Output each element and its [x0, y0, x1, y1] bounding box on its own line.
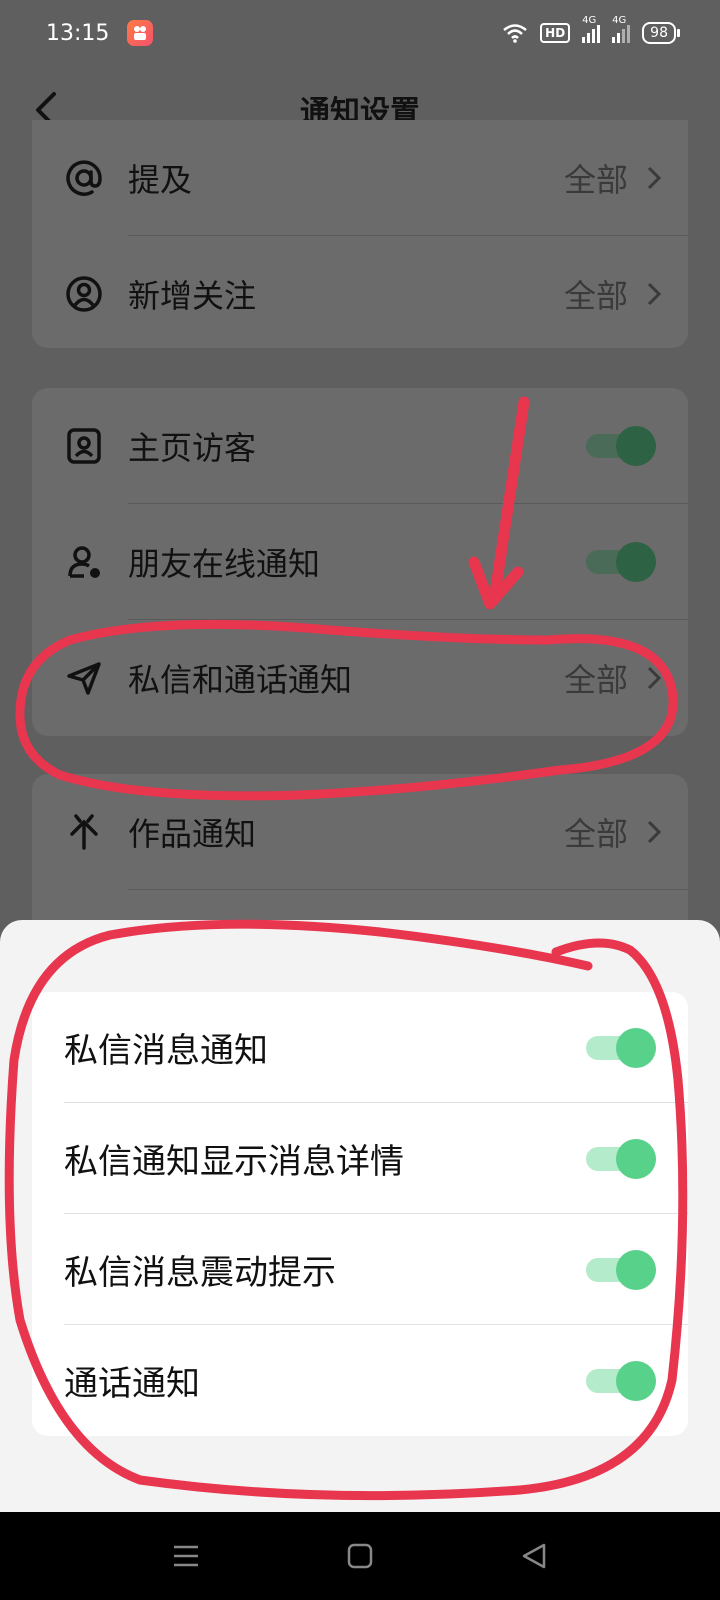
- settings-row-works[interactable]: 作品通知 全部: [32, 774, 688, 890]
- row-label: 私信和通话通知: [128, 661, 353, 699]
- wifi-icon: [503, 24, 527, 43]
- row-label: 通话通知: [64, 1364, 200, 1404]
- home-icon[interactable]: [344, 1540, 376, 1572]
- row-label: 私信消息震动提示: [64, 1253, 336, 1293]
- dm-show-details-toggle[interactable]: [586, 1138, 656, 1179]
- row-value: 全部: [563, 815, 628, 853]
- at-icon: [64, 158, 104, 198]
- dm-vibrate-toggle[interactable]: [586, 1249, 656, 1290]
- battery-indicator: 98: [642, 22, 680, 44]
- friend-online-icon: [64, 542, 104, 582]
- status-time: 13:15: [46, 20, 110, 46]
- sheet-row-dm-show-details: 私信通知显示消息详情: [32, 1103, 688, 1214]
- row-value: 全部: [563, 661, 628, 699]
- status-right: HD 4G 4G 98: [502, 15, 680, 44]
- row-label: 作品通知: [128, 815, 257, 853]
- row-value: 全部: [563, 161, 628, 199]
- dm-settings-card: 私信消息通知 私信通知显示消息详情 私信消息震动提示 通话通知: [32, 992, 688, 1436]
- profile-card-icon: [64, 426, 104, 466]
- back-triangle-icon[interactable]: [518, 1540, 550, 1572]
- row-label: 私信消息通知: [64, 1031, 268, 1071]
- sheet-row-dm-notify: 私信消息通知: [32, 992, 688, 1103]
- network-type-1: 4G: [582, 15, 597, 26]
- chevron-right-icon: [647, 282, 662, 306]
- sheet-row-dm-vibrate: 私信消息震动提示: [32, 1214, 688, 1325]
- user-circle-icon: [64, 274, 104, 314]
- settings-row-mentions[interactable]: 提及 全部: [32, 120, 688, 236]
- status-left: 13:15: [46, 20, 154, 46]
- row-value: 全部: [563, 277, 628, 315]
- send-icon: [64, 658, 104, 698]
- row-label: 提及: [128, 161, 193, 199]
- signal-icon-2: 4G: [612, 15, 631, 43]
- app-notification-icon: [127, 20, 154, 46]
- call-notify-toggle[interactable]: [586, 1360, 656, 1401]
- profile-visitors-toggle[interactable]: [586, 426, 656, 466]
- settings-row-friend-online: 朋友在线通知: [32, 504, 688, 620]
- dm-notify-toggle[interactable]: [586, 1027, 656, 1068]
- system-nav-bar: [0, 1512, 720, 1600]
- bottom-sheet: 私信消息通知 私信通知显示消息详情 私信消息震动提示 通话通知: [0, 920, 720, 1512]
- chevron-right-icon: [647, 666, 662, 690]
- settings-row-dm-call-notify[interactable]: 私信和通话通知 全部: [32, 620, 688, 736]
- menu-icon[interactable]: [170, 1540, 202, 1572]
- status-bar: 13:15 HD 4G 4G 98: [0, 0, 720, 66]
- works-icon: [64, 812, 104, 852]
- sheet-row-call-notify: 通话通知: [32, 1325, 688, 1436]
- row-label: 私信通知显示消息详情: [64, 1142, 404, 1182]
- settings-row-profile-visitors: 主页访客: [32, 388, 688, 504]
- row-label: 新增关注: [128, 277, 257, 315]
- row-label: 主页访客: [128, 429, 257, 467]
- chevron-right-icon: [647, 820, 662, 844]
- signal-icon-1: 4G: [582, 15, 601, 43]
- settings-card-social: 主页访客 朋友在线通知 私信和通话通知 全部: [32, 388, 688, 736]
- row-divider: [128, 889, 688, 890]
- settings-card-mentions: 提及 全部 新增关注 全部: [32, 120, 688, 348]
- chevron-right-icon: [647, 166, 662, 190]
- friend-online-toggle[interactable]: [586, 542, 656, 582]
- row-label: 朋友在线通知: [128, 545, 321, 583]
- network-type-2: 4G: [612, 15, 627, 26]
- settings-row-new-followers[interactable]: 新增关注 全部: [32, 236, 688, 352]
- hd-voice-badge: HD: [540, 23, 571, 43]
